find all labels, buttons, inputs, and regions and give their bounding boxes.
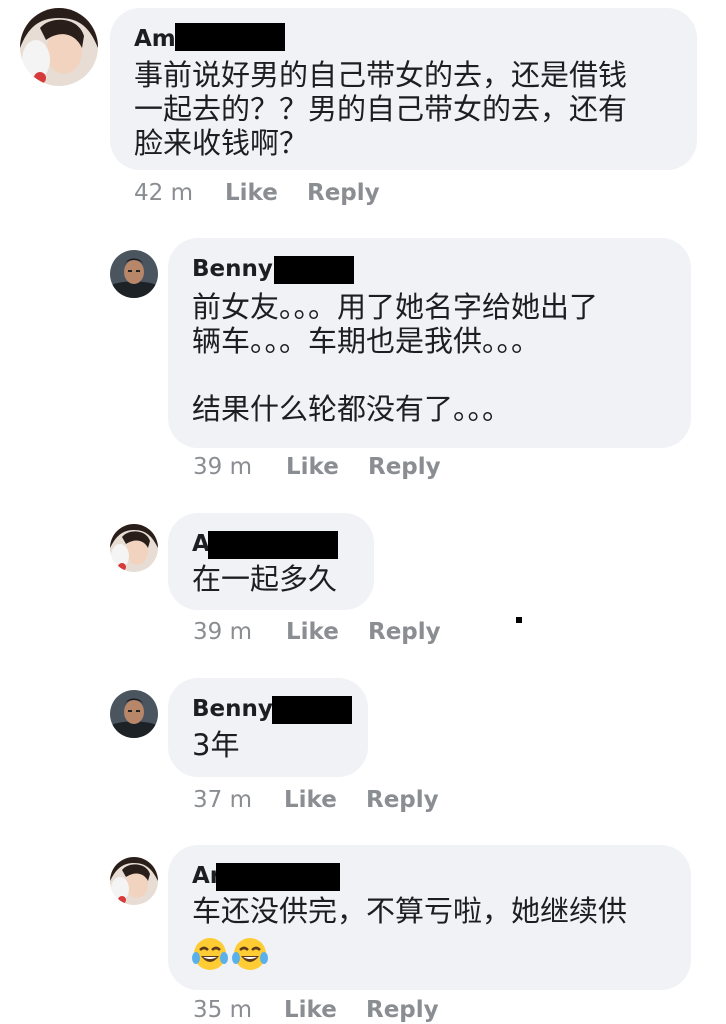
redacted-name xyxy=(216,863,340,891)
comment-text: 在一起多久 xyxy=(192,562,338,596)
reply-button[interactable]: Reply xyxy=(307,180,380,206)
like-button[interactable]: Like xyxy=(284,997,337,1023)
comment-text: 车还没供完，不算亏啦，她继续供 xyxy=(192,894,628,928)
male-avatar-icon xyxy=(110,250,158,298)
like-button[interactable]: Like xyxy=(286,619,339,645)
redacted-name xyxy=(175,23,285,51)
like-button[interactable]: Like xyxy=(225,180,278,206)
comment-text: 事前说好男的自己带女的去，还是借钱 一起去的？？男的自己带女的去，还有 脸来收钱… xyxy=(134,58,628,160)
emoji-row xyxy=(192,936,272,972)
female-avatar-icon xyxy=(110,524,158,572)
reply-button[interactable]: Reply xyxy=(366,787,439,813)
comment-author[interactable]: Am xyxy=(134,26,176,52)
avatar[interactable] xyxy=(110,857,158,905)
comment-time: 39 m xyxy=(193,454,252,480)
tears-of-joy-icon xyxy=(232,936,268,972)
female-avatar-icon xyxy=(20,8,98,86)
comment-author[interactable]: Benny xyxy=(192,696,273,722)
like-button[interactable]: Like xyxy=(286,454,339,480)
reply-button[interactable]: Reply xyxy=(368,619,441,645)
avatar[interactable] xyxy=(110,690,158,738)
comment-time: 35 m xyxy=(193,997,252,1023)
comment-text: 前女友。。。用了她名字给她出了 辆车。。。车期也是我供。。。 结果什么轮都没有了… xyxy=(192,290,599,426)
female-avatar-icon xyxy=(110,857,158,905)
redacted-name xyxy=(274,256,354,284)
comment-time: 42 m xyxy=(134,180,193,206)
comment-text: 3年 xyxy=(192,728,240,762)
redacted-name xyxy=(208,531,338,559)
comment-time: 39 m xyxy=(193,619,252,645)
comment-thread: Am 事前说好男的自己带女的去，还是借钱 一起去的？？男的自己带女的去，还有 脸… xyxy=(0,0,726,1024)
reply-button[interactable]: Reply xyxy=(368,454,441,480)
reply-button[interactable]: Reply xyxy=(366,997,439,1023)
male-avatar-icon xyxy=(110,690,158,738)
avatar[interactable] xyxy=(110,524,158,572)
tears-of-joy-icon xyxy=(192,936,228,972)
stray-dot xyxy=(516,617,522,623)
comment-author[interactable]: Benny xyxy=(192,256,273,282)
comment-time: 37 m xyxy=(193,787,252,813)
avatar[interactable] xyxy=(20,8,98,86)
like-button[interactable]: Like xyxy=(284,787,337,813)
redacted-name xyxy=(272,696,352,724)
avatar[interactable] xyxy=(110,250,158,298)
